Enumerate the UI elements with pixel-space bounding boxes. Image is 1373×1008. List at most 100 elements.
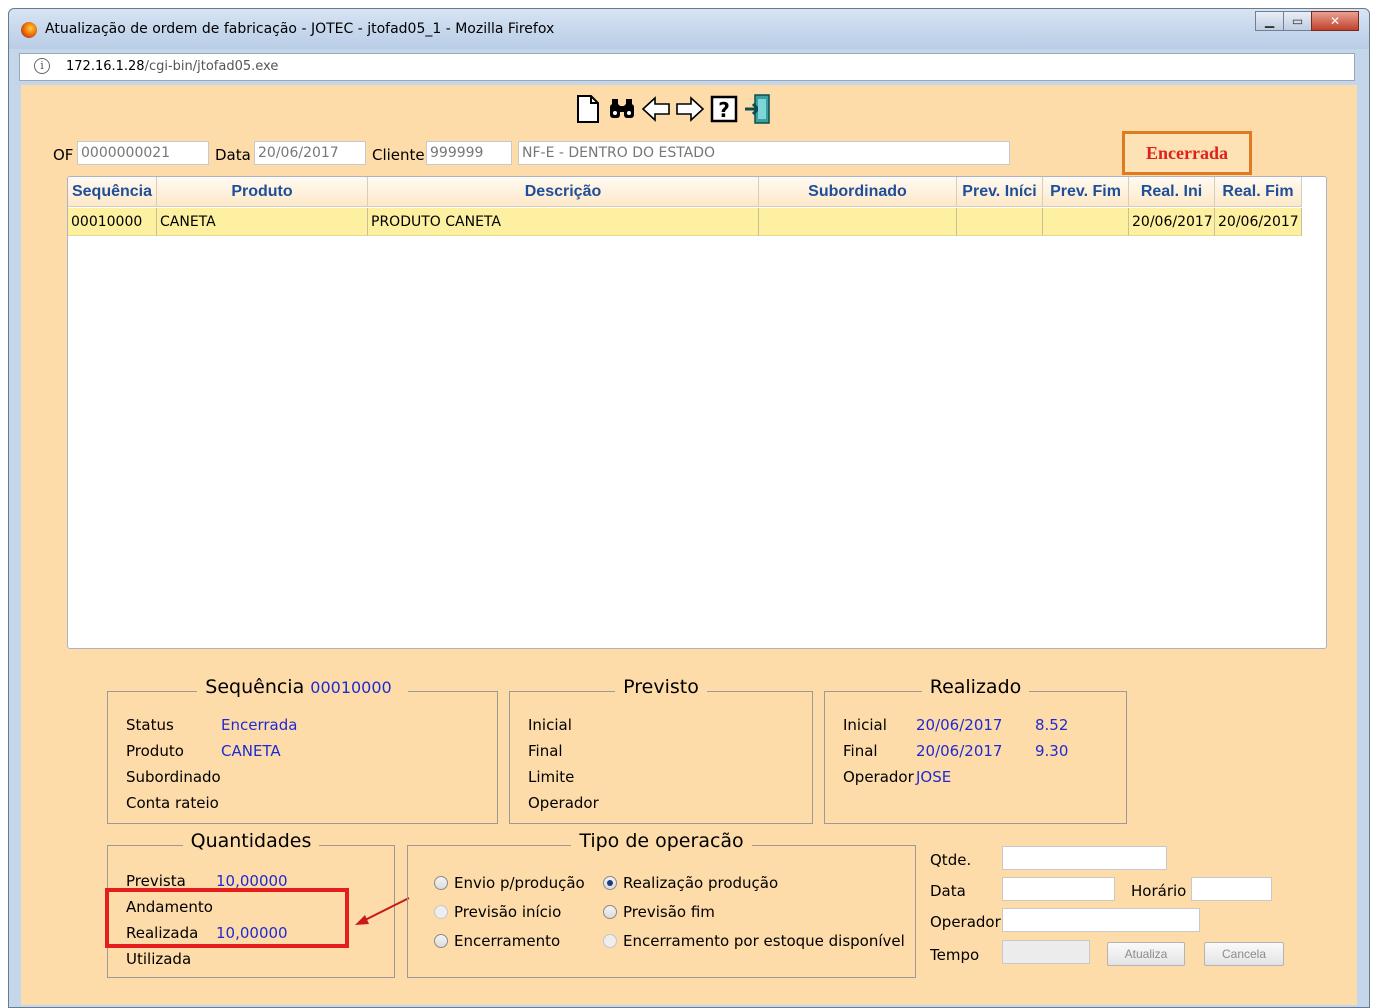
col-descricao[interactable]: Descrição bbox=[368, 177, 759, 207]
radio-dot bbox=[603, 905, 617, 919]
close-button[interactable]: ✕ bbox=[1311, 11, 1359, 31]
radio-label: Previsão início bbox=[454, 903, 562, 921]
previsto-panel: Previsto Inicial Final Limite Operador bbox=[509, 676, 813, 824]
cell-prev-inicio bbox=[957, 208, 1043, 236]
radio-realizacao-producao[interactable]: Realização produção bbox=[603, 874, 778, 892]
produto-label: Produto bbox=[126, 742, 184, 760]
data-field[interactable]: 20/06/2017 bbox=[254, 141, 366, 165]
cell-produto: CANETA bbox=[157, 208, 368, 236]
radio-label: Encerramento bbox=[454, 932, 561, 950]
radio-previsao-inicio[interactable]: Previsão início bbox=[434, 903, 561, 921]
cell-descricao: PRODUTO CANETA bbox=[368, 208, 759, 236]
arrow-right-icon[interactable] bbox=[675, 93, 705, 125]
realizado-final-time: 9.30 bbox=[1035, 742, 1069, 760]
url-text: 172.16.1.28/cgi-bin/jtofad05.exe bbox=[66, 59, 279, 74]
sequencia-legend-value: 00010000 bbox=[310, 678, 400, 697]
previsto-operador-label: Operador bbox=[528, 794, 599, 812]
address-bar[interactable]: i 172.16.1.28/cgi-bin/jtofad05.exe bbox=[19, 53, 1355, 81]
radio-dot bbox=[434, 876, 448, 890]
col-prev-fim[interactable]: Prev. Fim bbox=[1043, 177, 1129, 207]
subordinado-label: Subordinado bbox=[126, 768, 221, 786]
window-title: Atualização de ordem de fabricação - JOT… bbox=[45, 21, 555, 37]
cliente-code-field[interactable]: 999999 bbox=[426, 141, 512, 165]
previsto-legend: Previsto bbox=[615, 676, 707, 698]
realizado-inicial-time: 8.52 bbox=[1035, 716, 1069, 734]
cell-prev-fim bbox=[1043, 208, 1129, 236]
binoculars-icon[interactable] bbox=[607, 93, 637, 125]
radio-label: Encerramento por estoque disponível bbox=[623, 932, 905, 950]
qtde-input[interactable] bbox=[1002, 846, 1167, 870]
annotation-arrow-icon bbox=[355, 897, 410, 925]
tempo-label: Tempo bbox=[930, 946, 980, 964]
exit-icon[interactable] bbox=[743, 93, 773, 125]
of-label: OF bbox=[53, 146, 74, 164]
col-subordinado[interactable]: Subordinado bbox=[759, 177, 957, 207]
tipo-operacao-panel: Tipo de operacão Envio p/produção Realiz… bbox=[407, 830, 916, 978]
realizado-legend: Realizado bbox=[921, 676, 1030, 698]
of-field[interactable]: 0000000021 bbox=[77, 141, 209, 165]
col-real-ini[interactable]: Real. Ini bbox=[1129, 177, 1215, 207]
col-prev-inicio[interactable]: Prev. Iníci bbox=[957, 177, 1043, 207]
arrow-left-icon[interactable] bbox=[641, 93, 671, 125]
sequencia-panel: Sequência 00010000 Status Encerrada Prod… bbox=[107, 676, 498, 824]
radio-encerramento[interactable]: Encerramento bbox=[434, 932, 560, 950]
radio-dot bbox=[603, 934, 617, 948]
cell-sequencia: 00010000 bbox=[68, 208, 157, 236]
utilizada-label: Utilizada bbox=[126, 950, 192, 968]
title-bar: Atualização de ordem de fabricação - JOT… bbox=[9, 9, 1369, 49]
sequencia-legend: Sequência bbox=[205, 676, 305, 698]
realizado-inicial-label: Inicial bbox=[843, 716, 887, 734]
form-operador-label: Operador bbox=[930, 913, 1001, 931]
atualiza-button[interactable]: Atualiza bbox=[1107, 942, 1185, 966]
col-sequencia[interactable]: Sequência bbox=[68, 177, 157, 207]
conta-rateio-label: Conta rateio bbox=[126, 794, 219, 812]
cell-real-ini: 20/06/2017 bbox=[1129, 208, 1215, 236]
radio-dot-selected bbox=[603, 876, 617, 890]
maximize-button[interactable]: ▭ bbox=[1283, 11, 1312, 31]
qtde-label: Qtde. bbox=[930, 851, 972, 869]
produto-value: CANETA bbox=[221, 742, 281, 760]
info-icon[interactable]: i bbox=[34, 58, 50, 74]
tipo-operacao-legend: Tipo de operacão bbox=[571, 830, 752, 852]
table-row[interactable]: 00010000 CANETA PRODUTO CANETA 20/06/201… bbox=[68, 208, 1302, 236]
radio-encerramento-estoque[interactable]: Encerramento por estoque disponível bbox=[603, 932, 905, 950]
grid-header: Sequência Produto Descrição Subordinado … bbox=[68, 177, 1302, 207]
tempo-input bbox=[1002, 940, 1090, 964]
data-label: Data bbox=[215, 146, 251, 164]
quantidades-legend: Quantidades bbox=[182, 830, 320, 852]
cliente-name-field[interactable]: NF-E - DENTRO DO ESTADO bbox=[518, 141, 1010, 165]
realizado-operador-value: JOSE bbox=[916, 768, 952, 786]
minimize-button[interactable]: ▁ bbox=[1255, 11, 1284, 31]
svg-text:?: ? bbox=[718, 98, 730, 122]
highlight-box bbox=[105, 888, 349, 948]
col-real-fim[interactable]: Real. Fim bbox=[1215, 177, 1302, 207]
realizado-final-label: Final bbox=[843, 742, 878, 760]
cancela-button[interactable]: Cancela bbox=[1204, 942, 1284, 966]
radio-dot bbox=[434, 905, 448, 919]
help-icon[interactable]: ? bbox=[709, 93, 739, 125]
operador-input[interactable] bbox=[1002, 908, 1200, 932]
radio-previsao-fim[interactable]: Previsão fim bbox=[603, 903, 715, 921]
ordem-grid: Sequência Produto Descrição Subordinado … bbox=[67, 176, 1327, 649]
realizado-panel: Realizado Inicial 20/06/2017 8.52 Final … bbox=[824, 676, 1127, 824]
realizado-inicial-date: 20/06/2017 bbox=[916, 716, 1003, 734]
horario-input[interactable] bbox=[1191, 877, 1272, 901]
new-document-icon[interactable] bbox=[573, 93, 603, 125]
col-produto[interactable]: Produto bbox=[157, 177, 368, 207]
form-data-label: Data bbox=[930, 882, 966, 900]
status-badge: Encerrada bbox=[1122, 131, 1252, 175]
radio-envio-producao[interactable]: Envio p/produção bbox=[434, 874, 585, 892]
form-data-input[interactable] bbox=[1002, 877, 1115, 901]
previsto-final-label: Final bbox=[528, 742, 563, 760]
browser-window: Atualização de ordem de fabricação - JOT… bbox=[8, 8, 1370, 1008]
page-content: ? OF 0000000021 Data 20/06/2017 Cliente … bbox=[21, 85, 1357, 1005]
previsto-limite-label: Limite bbox=[528, 768, 575, 786]
realizado-operador-label: Operador bbox=[843, 768, 914, 786]
toolbar: ? bbox=[573, 93, 773, 125]
cell-real-fim: 20/06/2017 bbox=[1215, 208, 1302, 236]
radio-label: Envio p/produção bbox=[454, 874, 585, 892]
cliente-label: Cliente bbox=[372, 146, 425, 164]
radio-label: Realização produção bbox=[623, 874, 779, 892]
radio-dot bbox=[434, 934, 448, 948]
realizado-final-date: 20/06/2017 bbox=[916, 742, 1003, 760]
